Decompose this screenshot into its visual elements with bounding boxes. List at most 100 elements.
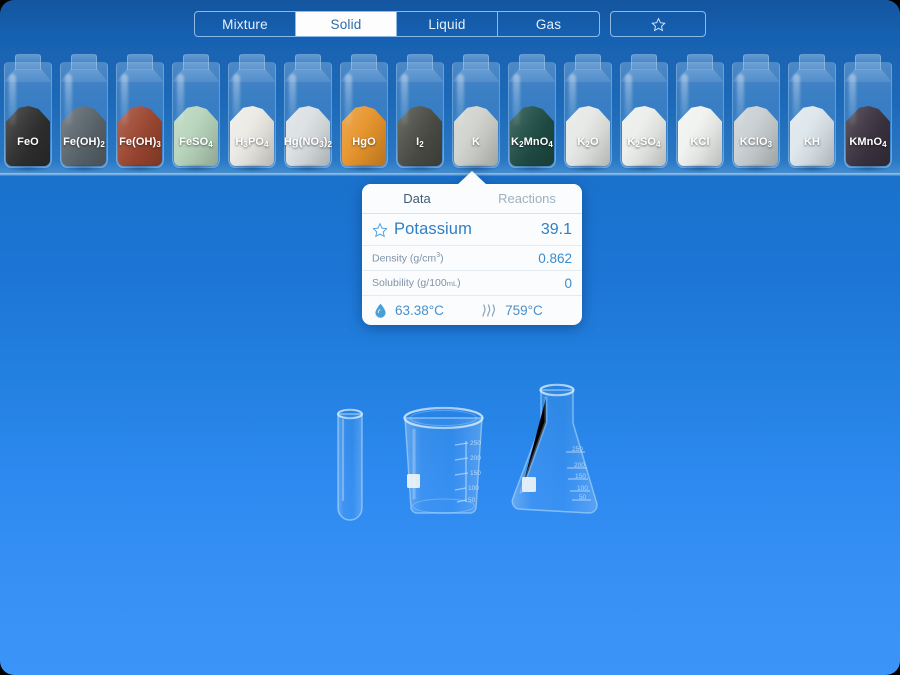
beaker[interactable]: 250 200 150 100 50 <box>403 406 484 514</box>
beaker-graduation-label: 100 <box>468 485 479 492</box>
tab-liquid[interactable]: Liquid <box>397 12 498 36</box>
beaker-graduation-label: 200 <box>470 455 481 462</box>
state-of-matter-segmented-control[interactable]: Mixture Solid Liquid Gas <box>194 11 600 37</box>
reagent-jar-k2so4[interactable]: K2SO4 <box>616 52 672 176</box>
jar-neck <box>295 54 321 70</box>
solubility-value: 0 <box>564 275 572 291</box>
substance-info-card: Data Reactions Potassium 39.1 Density (g… <box>362 184 582 325</box>
property-row-density: Density (g/cm3) 0.862 <box>362 246 582 271</box>
jar-highlight <box>569 74 576 126</box>
app-root: Mixture Solid Liquid Gas FeO Fe(OH)2 Fe(OH… <box>0 0 900 675</box>
jar-label: KClO3 <box>739 136 773 149</box>
reagent-jar-feso4[interactable]: FeSO4 <box>168 52 224 176</box>
jar-label: K <box>471 136 481 148</box>
reagent-jar-hgo[interactable]: HgO <box>336 52 392 176</box>
jar-shadow <box>61 164 107 172</box>
jar-shadow <box>565 164 611 172</box>
jar-label: H3PO4 <box>235 136 269 149</box>
flask-graduation-label: 150 <box>575 473 586 480</box>
jar-shadow <box>5 164 51 172</box>
jar-neck <box>575 54 601 70</box>
jar-highlight <box>9 74 16 126</box>
reagent-jar-kclo3[interactable]: KClO3 <box>728 52 784 176</box>
reagent-jar-kmno4[interactable]: KMnO4 <box>840 52 896 176</box>
tab-data[interactable]: Data <box>362 184 472 213</box>
jar-shadow <box>397 164 443 172</box>
reagent-jar-kh[interactable]: KH <box>784 52 840 176</box>
jar-highlight <box>289 74 296 126</box>
substance-title-row: Potassium 39.1 <box>362 214 582 246</box>
erlenmeyer-flask[interactable]: 250 200 150 100 50 <box>511 383 598 514</box>
flask-graduation-label: 200 <box>574 462 585 469</box>
water-drop-icon <box>374 303 387 318</box>
jar-shadow <box>845 164 891 172</box>
jar-label: FeSO4 <box>179 136 213 149</box>
jar-neck <box>855 54 881 70</box>
beaker-graduation-label: 50 <box>468 497 476 504</box>
boiling-point-value: 759°C <box>505 303 543 318</box>
reagent-jar-hgno32[interactable]: Hg(NO3)2 <box>280 52 336 176</box>
tab-reactions[interactable]: Reactions <box>472 184 582 213</box>
molar-mass-value: 39.1 <box>540 220 572 238</box>
flask-graduation-label: 50 <box>579 494 587 501</box>
jar-highlight <box>849 74 856 126</box>
tab-mixture[interactable]: Mixture <box>195 12 296 36</box>
jar-neck <box>407 54 433 70</box>
jar-neck <box>799 54 825 70</box>
reagent-jar-k[interactable]: K <box>448 52 504 176</box>
jar-shadow <box>285 164 331 172</box>
jar-neck <box>631 54 657 70</box>
jar-shadow <box>621 164 667 172</box>
reagent-jar-k2o[interactable]: K2O <box>560 52 616 176</box>
jar-neck <box>743 54 769 70</box>
jar-highlight <box>345 74 352 126</box>
card-tab-bar[interactable]: Data Reactions <box>362 184 582 214</box>
reagent-shelf: FeO Fe(OH)2 Fe(OH)3 FeSO4 H3PO4 Hg(NO3)2 HgO I2… <box>0 48 900 176</box>
top-toolbar: Mixture Solid Liquid Gas <box>0 0 900 48</box>
jar-neck <box>519 54 545 70</box>
reagent-jar-feo[interactable]: FeO <box>0 52 56 176</box>
star-icon <box>650 16 666 31</box>
reagent-jar-k2mno4[interactable]: K2MnO4 <box>504 52 560 176</box>
jar-highlight <box>625 74 632 126</box>
density-value: 0.862 <box>538 250 572 266</box>
jar-shadow <box>509 164 555 172</box>
jar-neck <box>127 54 153 70</box>
shelf-edge <box>0 173 900 176</box>
reagent-jar-i2[interactable]: I2 <box>392 52 448 176</box>
favorite-star-icon[interactable] <box>372 222 388 238</box>
jar-label: K2O <box>577 136 599 149</box>
popup-pointer-arrow <box>457 171 487 185</box>
reagent-jar-kcl[interactable]: KCl <box>672 52 728 176</box>
jar-shadow <box>677 164 723 172</box>
reagent-jar-partial[interactable] <box>896 52 900 176</box>
reagent-jar-list[interactable]: FeO Fe(OH)2 Fe(OH)3 FeSO4 H3PO4 Hg(NO3)2 HgO I2… <box>0 48 900 176</box>
test-tube[interactable] <box>337 408 363 521</box>
reagent-jar-h3po4[interactable]: H3PO4 <box>224 52 280 176</box>
reagent-jar-feoh2[interactable]: Fe(OH)2 <box>56 52 112 176</box>
jar-shadow <box>117 164 163 172</box>
jar-label: Hg(NO3)2 <box>283 136 333 149</box>
jar-neck <box>239 54 265 70</box>
tab-gas[interactable]: Gas <box>498 12 599 36</box>
reagent-jar-feoh3[interactable]: Fe(OH)3 <box>112 52 168 176</box>
jar-highlight <box>121 74 128 126</box>
property-row-solubility: Solubility (g/100mL) 0 <box>362 271 582 296</box>
tab-solid[interactable]: Solid <box>296 12 397 36</box>
solubility-label: Solubility (g/100mL) <box>372 277 461 289</box>
jar-label: KH <box>803 136 821 148</box>
jar-highlight <box>401 74 408 126</box>
jar-highlight <box>513 74 520 126</box>
jar-label: K2MnO4 <box>511 136 553 149</box>
jar-label: Fe(OH)3 <box>119 136 161 149</box>
jar-neck <box>71 54 97 70</box>
favorites-button[interactable] <box>610 11 706 37</box>
jar-label: K2SO4 <box>627 136 661 149</box>
jar-neck <box>15 54 41 70</box>
jar-neck <box>687 54 713 70</box>
substance-info-popup: Data Reactions Potassium 39.1 Density (g… <box>362 171 582 325</box>
jar-highlight <box>177 74 184 126</box>
jar-label: KCl <box>690 136 710 148</box>
steam-icon <box>479 303 497 318</box>
jar-label: FeO <box>17 136 39 148</box>
